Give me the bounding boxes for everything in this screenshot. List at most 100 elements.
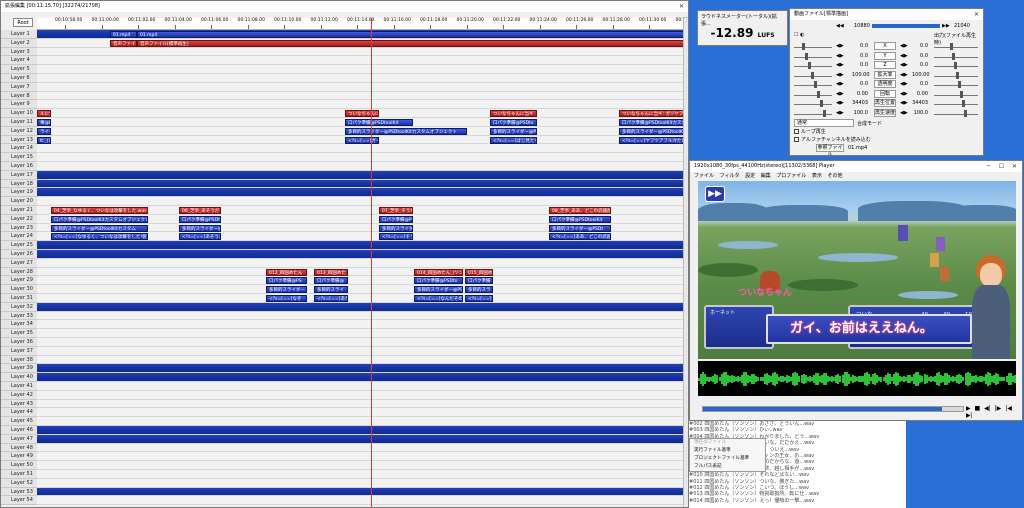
timeline-object[interactable]: 口パク準備 <box>465 277 493 285</box>
timeline-object[interactable]: <?s=[==[ああ、どこの武器 <box>549 233 611 241</box>
left-slider-knob[interactable] <box>811 71 814 79</box>
layer-track[interactable] <box>37 294 685 303</box>
left-slider[interactable] <box>794 113 832 115</box>
menu-item[interactable]: 表示 <box>812 173 828 179</box>
timeline-object[interactable]: 08_芝亭_ああ、どこの武器屋 <box>549 206 611 214</box>
maximize-icon[interactable]: ☐ <box>998 163 1005 170</box>
layer-label[interactable]: Layer 47 <box>1 434 37 444</box>
menu-item[interactable]: 設定 <box>745 173 761 179</box>
root-button[interactable]: Root <box>13 18 33 27</box>
layer-label[interactable]: Layer 14 <box>1 144 37 154</box>
right-slider-knob[interactable] <box>964 109 967 117</box>
layer-track[interactable] <box>37 241 685 250</box>
context-menu[interactable]: 現在のファイル 実行ファイル基準 プロジェクトファイル基準 フルパス表記 <box>689 438 766 472</box>
context-menu-item[interactable]: 現在のファイル <box>694 439 765 447</box>
timeline-object[interactable]: <?s=[==[あそうだ. <box>179 233 221 241</box>
layer-label[interactable]: Layer 17 <box>1 170 37 180</box>
right-value[interactable]: 34403 <box>912 100 928 106</box>
layer-label[interactable]: Layer 12 <box>1 126 37 136</box>
menu-item[interactable]: その他 <box>827 173 842 179</box>
step-arrows-icon[interactable]: ◀▶ <box>900 43 908 49</box>
layer-label[interactable]: Layer 46 <box>1 426 37 435</box>
timeline-object[interactable]: 多目的スライダー@PSD <box>414 286 463 294</box>
layer-track[interactable] <box>37 478 685 488</box>
left-slider[interactable] <box>794 47 832 48</box>
loop-checkbox[interactable] <box>794 129 799 134</box>
layer-label[interactable]: Layer 43 <box>1 399 37 409</box>
menu-item[interactable]: ファイル <box>694 173 720 179</box>
layer-label[interactable]: Layer 8 <box>1 91 37 101</box>
layer-label[interactable]: Layer 33 <box>1 311 37 321</box>
layer-label[interactable]: Layer 5 <box>1 65 37 74</box>
step-arrows-icon[interactable]: ◀▶ <box>900 53 908 59</box>
timeline-object[interactable]: 01.mp4 <box>110 30 137 38</box>
property-button[interactable]: Y <box>874 51 896 60</box>
right-slider-knob[interactable] <box>950 43 953 50</box>
layer-label[interactable]: Layer 13 <box>1 135 37 145</box>
layer-label[interactable]: Layer 18 <box>1 179 37 189</box>
prop-toolbar-icons[interactable]: ☐ ◐ <box>794 32 804 38</box>
left-value[interactable]: 100.00 <box>852 72 870 78</box>
timeline-object[interactable]: 口パク準備@PS <box>266 277 307 285</box>
timeline-object[interactable]: 01.mp4 <box>137 30 685 38</box>
layer-label[interactable]: Layer 37 <box>1 346 37 356</box>
layer-label[interactable]: Layer 42 <box>1 390 37 400</box>
layer-track[interactable] <box>37 258 685 268</box>
layer-track[interactable] <box>37 382 685 391</box>
layer-label[interactable]: Layer 20 <box>1 197 37 206</box>
layer-label[interactable]: Layer 28 <box>1 267 37 277</box>
timeline-object[interactable]: 口パク準備@ <box>314 277 348 285</box>
layer-label[interactable]: Layer 7 <box>1 82 37 92</box>
timeline-object[interactable]: 07_芝亭_そうだ <box>379 206 413 214</box>
layer-label[interactable]: Layer 31 <box>1 294 37 303</box>
context-menu-item[interactable]: 実行ファイル基準 <box>694 447 765 455</box>
timeline-object[interactable]: 事@PSD <box>37 118 51 126</box>
script-line[interactable]: #014 四国めたん（ソンソン）えっ！優喰の一撃...wav <box>689 498 906 504</box>
step-arrows-icon[interactable]: ◀▶ <box>836 62 844 68</box>
layer-label[interactable]: Layer 24 <box>1 232 37 242</box>
layer-track[interactable] <box>37 267 685 277</box>
layer-track[interactable] <box>37 65 685 74</box>
left-value[interactable]: 34403 <box>852 100 868 106</box>
layer-track[interactable] <box>37 74 685 83</box>
timeline-object[interactable]: <?s=[==[ガイ <box>345 136 379 144</box>
timeline-object[interactable]: 口パク準備@PSDtoolKit <box>549 215 611 223</box>
timeline-object[interactable]: 多目的スライダー@PSDtoolKi <box>619 127 685 135</box>
minimize-icon[interactable]: ─ <box>985 163 992 170</box>
playback-button[interactable]: |▶ <box>995 405 1006 412</box>
right-slider-knob[interactable] <box>962 100 965 107</box>
left-slider-knob[interactable] <box>805 52 808 60</box>
layer-track[interactable] <box>37 338 685 347</box>
layer-label[interactable]: Layer 34 <box>1 320 37 330</box>
context-menu-item[interactable]: フルパス表記 <box>694 463 765 471</box>
alpha-checkbox[interactable] <box>794 137 799 142</box>
playback-button[interactable]: |◀ <box>1005 405 1012 412</box>
layer-track[interactable] <box>37 390 685 400</box>
layer-label[interactable]: Layer 40 <box>1 373 37 382</box>
layer-track[interactable] <box>37 188 685 198</box>
right-value[interactable]: 0.00 <box>912 91 928 97</box>
timeline-object[interactable]: <?s=[==[ヤフツアフル冷たい <box>619 136 685 144</box>
layer-track[interactable] <box>37 47 685 57</box>
right-slider-knob[interactable] <box>952 52 955 60</box>
layer-track[interactable] <box>37 250 685 259</box>
layer-label[interactable]: Layer 51 <box>1 470 37 479</box>
seek-bar[interactable] <box>702 406 964 412</box>
step-arrows-icon[interactable]: ◀▶ <box>836 72 844 78</box>
layer-label[interactable]: Layer 2 <box>1 38 37 48</box>
left-value[interactable]: 0.0 <box>852 53 868 59</box>
layer-track[interactable] <box>37 452 685 462</box>
timeline-object[interactable]: ライダー <box>37 127 51 135</box>
property-button[interactable]: Z <box>874 61 896 69</box>
left-slider[interactable] <box>794 104 832 105</box>
right-value[interactable]: 100.00 <box>912 72 930 78</box>
playback-button[interactable]: ◀| <box>984 405 995 412</box>
layer-label[interactable]: Layer 32 <box>1 302 37 312</box>
property-button[interactable]: 透明度 <box>874 80 896 88</box>
layer-track[interactable] <box>37 346 685 356</box>
timeline-object[interactable]: <?s=[==[なぞ <box>266 294 307 302</box>
layer-track[interactable] <box>37 355 685 365</box>
property-button[interactable]: 再生速度 <box>874 108 896 117</box>
step-arrows-icon[interactable]: ◀▶ <box>836 91 844 97</box>
timeline-object[interactable]: 口パク準備@PSDtoolKit <box>345 118 413 126</box>
